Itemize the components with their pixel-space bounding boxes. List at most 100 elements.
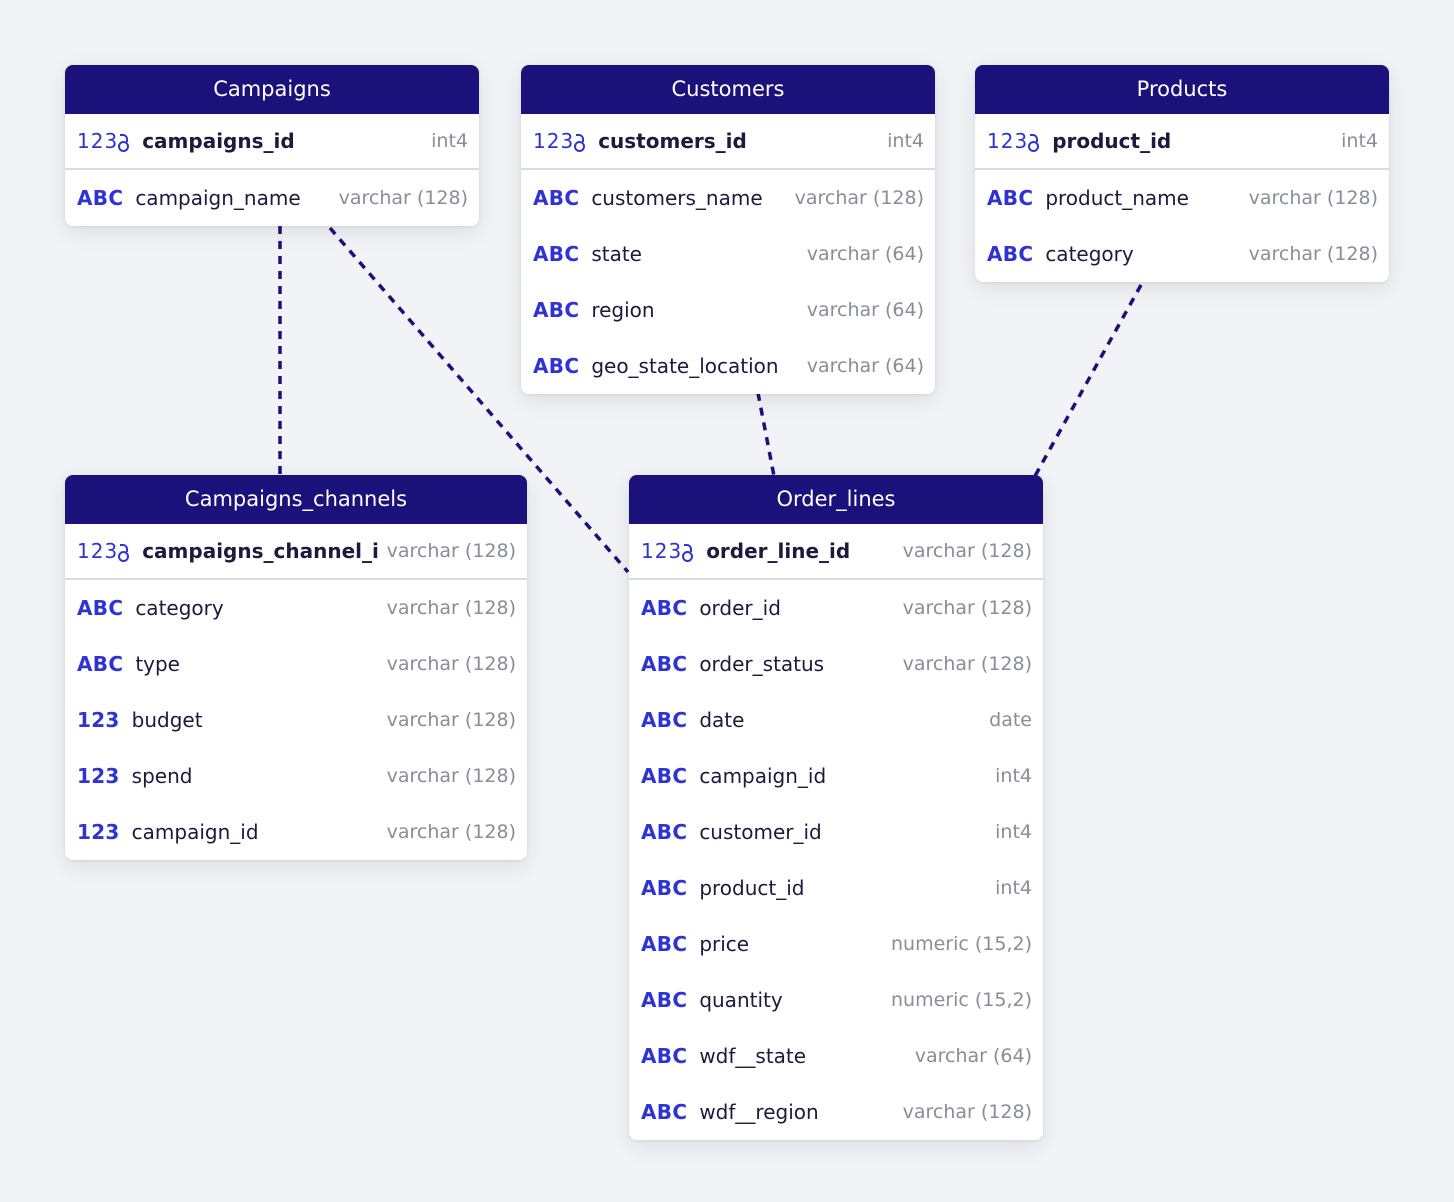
- column-row[interactable]: ABC order_id varchar (128): [629, 580, 1043, 636]
- column-row[interactable]: 123 spend varchar (128): [65, 748, 527, 804]
- primary-key-row[interactable]: 123 order_line_id varchar (128): [629, 524, 1043, 580]
- column-row[interactable]: ABC price numeric (15,2): [629, 916, 1043, 972]
- text-type-icon: ABC: [641, 764, 688, 788]
- text-type-icon: ABC: [77, 596, 124, 620]
- column-row[interactable]: ABC wdf__state varchar (64): [629, 1028, 1043, 1084]
- text-type-icon: ABC: [641, 820, 688, 844]
- column-name: category: [135, 596, 224, 620]
- primary-key-row[interactable]: 123 campaigns_channel_id varchar (128): [65, 524, 527, 580]
- table-title: Order_lines: [629, 475, 1043, 524]
- column-type: varchar (64): [914, 1045, 1032, 1067]
- column-name: geo_state_location: [591, 354, 779, 378]
- column-type: varchar (128): [338, 187, 468, 209]
- column-type: varchar (128): [902, 597, 1032, 619]
- numeric-type-icon: 123: [77, 764, 120, 788]
- table-title: Campaigns: [65, 65, 479, 114]
- column-type: varchar (128): [386, 765, 516, 787]
- primary-key-row[interactable]: 123 campaigns_id int4: [65, 114, 479, 170]
- text-type-icon: ABC: [641, 652, 688, 676]
- primary-key-row[interactable]: 123 customers_id int4: [521, 114, 935, 170]
- table-title: Products: [975, 65, 1389, 114]
- column-type: varchar (128): [386, 597, 516, 619]
- column-name: product_id: [1052, 129, 1172, 153]
- text-type-icon: ABC: [641, 876, 688, 900]
- column-row[interactable]: ABC type varchar (128): [65, 636, 527, 692]
- text-type-icon: ABC: [533, 354, 580, 378]
- table-title: Customers: [521, 65, 935, 114]
- numeric-type-icon: 123: [77, 820, 120, 844]
- text-type-icon: ABC: [641, 1044, 688, 1068]
- primary-key-row[interactable]: 123 product_id int4: [975, 114, 1389, 170]
- text-type-icon: ABC: [641, 932, 688, 956]
- column-type: varchar (128): [902, 540, 1032, 562]
- column-row[interactable]: ABC campaign_name varchar (128): [65, 170, 479, 226]
- column-row[interactable]: ABC wdf__region varchar (128): [629, 1084, 1043, 1140]
- column-type: varchar (128): [1248, 187, 1378, 209]
- table-campaigns-channels[interactable]: Campaigns_channels 123 campaigns_channel_…: [65, 475, 527, 860]
- column-type: int4: [431, 130, 468, 152]
- column-name: price: [699, 932, 750, 956]
- table-products[interactable]: Products 123 product_id int4 ABC product_nam…: [975, 65, 1389, 282]
- text-type-icon: ABC: [641, 988, 688, 1012]
- table-customers[interactable]: Customers 123 customers_id int4 ABC customer…: [521, 65, 935, 394]
- text-type-icon: ABC: [987, 242, 1034, 266]
- column-name: product_id: [699, 876, 805, 900]
- column-row[interactable]: ABC category varchar (128): [975, 226, 1389, 282]
- text-type-icon: ABC: [987, 186, 1034, 210]
- column-row[interactable]: ABC state varchar (64): [521, 226, 935, 282]
- column-name: campaign_name: [135, 186, 301, 210]
- table-campaigns[interactable]: Campaigns 123 campaigns_id int4 ABC campaign…: [65, 65, 479, 226]
- column-name: budget: [131, 708, 203, 732]
- column-type: int4: [1341, 130, 1378, 152]
- column-row[interactable]: ABC category varchar (128): [65, 580, 527, 636]
- table-order-lines[interactable]: Order_lines 123 order_line_id varchar (128…: [629, 475, 1043, 1140]
- column-name: product_name: [1045, 186, 1189, 210]
- text-type-icon: ABC: [641, 708, 688, 732]
- column-name: customers_id: [598, 129, 747, 153]
- column-row[interactable]: ABC geo_state_location varchar (64): [521, 338, 935, 394]
- column-type: varchar (128): [902, 1101, 1032, 1123]
- connector-products-order-lines: [1033, 284, 1143, 477]
- column-row[interactable]: 123 budget varchar (128): [65, 692, 527, 748]
- column-type: varchar (128): [386, 653, 516, 675]
- text-type-icon: ABC: [533, 298, 580, 322]
- column-type: varchar (64): [806, 299, 924, 321]
- column-name: spend: [131, 764, 193, 788]
- column-type: varchar (128): [386, 821, 516, 843]
- column-name: order_line_id: [706, 539, 851, 563]
- text-type-icon: ABC: [77, 186, 124, 210]
- column-name: state: [591, 242, 642, 266]
- primary-key-icon: 123: [987, 129, 1040, 153]
- primary-key-icon: 123: [533, 129, 586, 153]
- column-row[interactable]: ABC customers_name varchar (128): [521, 170, 935, 226]
- column-row[interactable]: ABC product_name varchar (128): [975, 170, 1389, 226]
- column-row[interactable]: ABC date date: [629, 692, 1043, 748]
- column-name: campaigns_channel_id: [142, 539, 379, 563]
- column-name: campaign_id: [699, 764, 827, 788]
- column-name: order_id: [699, 596, 781, 620]
- column-row[interactable]: 123 campaign_id varchar (128): [65, 804, 527, 860]
- column-row[interactable]: ABC campaign_id int4: [629, 748, 1043, 804]
- column-name: campaign_id: [131, 820, 259, 844]
- column-type: int4: [995, 765, 1032, 787]
- column-row[interactable]: ABC product_id int4: [629, 860, 1043, 916]
- column-row[interactable]: ABC customer_id int4: [629, 804, 1043, 860]
- column-type: int4: [995, 877, 1032, 899]
- column-row[interactable]: ABC quantity numeric (15,2): [629, 972, 1043, 1028]
- column-name: date: [699, 708, 745, 732]
- text-type-icon: ABC: [77, 652, 124, 676]
- column-type: varchar (128): [902, 653, 1032, 675]
- text-type-icon: ABC: [641, 1100, 688, 1124]
- column-row[interactable]: ABC region varchar (64): [521, 282, 935, 338]
- column-row[interactable]: ABC order_status varchar (128): [629, 636, 1043, 692]
- text-type-icon: ABC: [533, 186, 580, 210]
- text-type-icon: ABC: [641, 596, 688, 620]
- column-type: numeric (15,2): [891, 933, 1032, 955]
- column-type: varchar (128): [1248, 243, 1378, 265]
- column-name: quantity: [699, 988, 783, 1012]
- column-type: varchar (128): [794, 187, 924, 209]
- column-name: category: [1045, 242, 1134, 266]
- column-type: varchar (64): [806, 243, 924, 265]
- column-name: customer_id: [699, 820, 822, 844]
- primary-key-icon: 123: [77, 539, 130, 563]
